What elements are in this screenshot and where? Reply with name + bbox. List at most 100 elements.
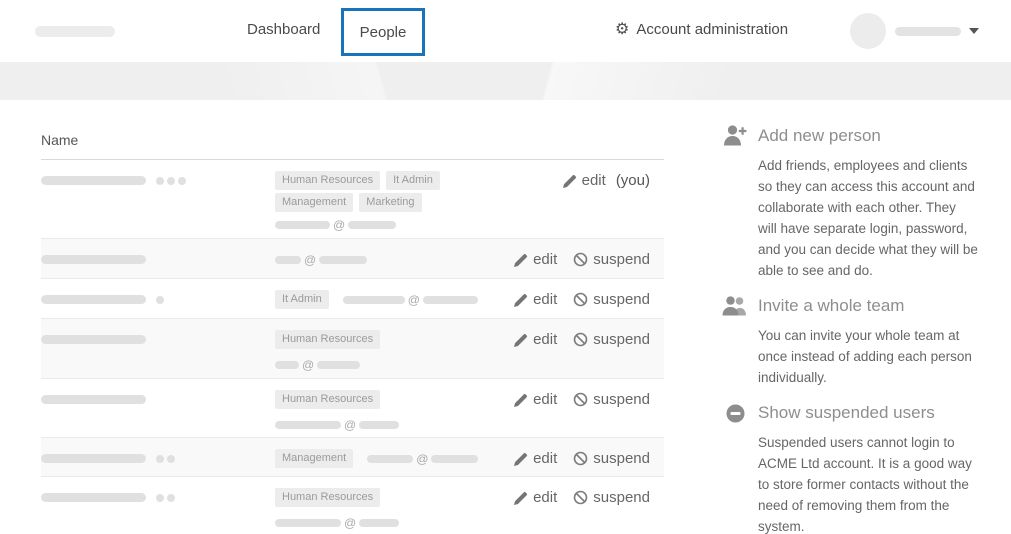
- edit-button[interactable]: edit: [514, 489, 557, 506]
- add-person-button[interactable]: Add new person: [722, 125, 984, 146]
- name-cell: [41, 449, 275, 468]
- tags-cell: @: [275, 250, 514, 272]
- edit-label: edit: [581, 172, 606, 189]
- suspend-label: suspend: [593, 450, 650, 467]
- show-suspended-button[interactable]: Show suspended users: [722, 403, 984, 423]
- tag-chip: It Admin: [275, 290, 329, 309]
- suspended-users-section: Show suspended users Suspended users can…: [722, 403, 984, 534]
- tags-cell: Human Resources @: [275, 390, 514, 434]
- at-symbol: @: [416, 451, 429, 466]
- nav-item-account-administration[interactable]: ⚙ Account administration: [615, 21, 788, 38]
- edit-button[interactable]: edit: [514, 291, 557, 308]
- email-user-bar: [342, 295, 405, 304]
- table-row: Human Resources @ edit suspend: [41, 318, 664, 378]
- people-table: Name Human Resources It Admin Management…: [41, 125, 664, 534]
- email-placeholder: @: [367, 449, 479, 468]
- name-cell: [41, 290, 275, 309]
- edit-label: edit: [533, 391, 558, 408]
- user-menu[interactable]: [850, 13, 979, 49]
- actions-cell: edit suspend: [514, 290, 664, 309]
- email-domain-bar: [422, 295, 478, 304]
- tags-cell: Human Resources @: [275, 330, 514, 374]
- ban-icon: [573, 252, 588, 267]
- pencil-icon: [514, 452, 528, 466]
- email-user-bar: [275, 360, 299, 369]
- suspend-button[interactable]: suspend: [573, 291, 650, 308]
- section-title: Add new person: [758, 125, 881, 145]
- avatar: [850, 13, 886, 49]
- email-domain-bar: [431, 454, 479, 463]
- tag-chip: Human Resources: [275, 390, 381, 409]
- suspend-button[interactable]: suspend: [573, 489, 650, 506]
- suspend-button[interactable]: suspend: [573, 391, 650, 408]
- email-user-bar: [275, 220, 330, 229]
- nav-item-people[interactable]: People: [341, 8, 425, 56]
- nav-people-label: People: [359, 23, 407, 41]
- people-icon: [722, 296, 748, 316]
- suspend-button[interactable]: suspend: [573, 251, 650, 268]
- ban-icon: [573, 392, 588, 407]
- name-dots: [156, 295, 164, 304]
- tags-cell: Management @: [275, 449, 514, 471]
- email-domain-bar: [317, 360, 361, 369]
- edit-button[interactable]: edit: [514, 391, 557, 408]
- name-placeholder-bar: [41, 176, 146, 185]
- minus-circle-icon: [722, 404, 748, 423]
- name-placeholder-bar: [41, 454, 146, 463]
- edit-label: edit: [533, 291, 558, 308]
- email-domain-bar: [348, 220, 397, 229]
- actions-cell: edit suspend: [514, 390, 664, 409]
- section-title: Show suspended users: [758, 403, 935, 422]
- email-placeholder: @: [342, 290, 478, 309]
- edit-label: edit: [533, 489, 558, 506]
- suspend-label: suspend: [593, 331, 650, 348]
- invite-team-button[interactable]: Invite a whole team: [722, 296, 984, 316]
- nav-item-dashboard[interactable]: Dashboard: [247, 21, 320, 38]
- table-row: Management @ edit suspend: [41, 437, 664, 476]
- edit-button[interactable]: edit: [514, 450, 557, 467]
- name-placeholder-bar: [41, 255, 146, 264]
- actions-cell: edit suspend: [514, 330, 664, 349]
- suspend-button[interactable]: suspend: [573, 331, 650, 348]
- email-user-bar: [275, 255, 301, 264]
- you-label: (you): [615, 172, 650, 189]
- table-row: Human Resources It Admin Management Mark…: [41, 160, 664, 238]
- ban-icon: [573, 332, 588, 347]
- edit-button[interactable]: edit: [514, 331, 557, 348]
- name-cell: [41, 390, 275, 409]
- email-placeholder: @: [275, 215, 397, 234]
- at-symbol: @: [407, 292, 420, 307]
- tags-cell: Human Resources @: [275, 488, 514, 532]
- at-symbol: @: [333, 217, 346, 232]
- person-plus-icon: [722, 125, 748, 146]
- suspend-label: suspend: [593, 391, 650, 408]
- logo-placeholder: [35, 26, 115, 37]
- actions-cell: edit suspend: [514, 488, 664, 507]
- edit-button[interactable]: edit: [562, 172, 606, 189]
- help-sidebar: Add new person Add friends, employees an…: [722, 125, 984, 534]
- name-cell: [41, 330, 275, 349]
- name-dots: [178, 176, 186, 185]
- name-cell: [41, 488, 275, 507]
- name-placeholder-bar: [41, 493, 146, 502]
- section-description: Add friends, employees and clients so th…: [758, 158, 978, 278]
- suspend-button[interactable]: suspend: [573, 450, 650, 467]
- tag-chip: Human Resources: [275, 330, 381, 349]
- edit-button[interactable]: edit: [514, 251, 557, 268]
- table-row: Human Resources @ edit suspend: [41, 378, 664, 437]
- suspend-label: suspend: [593, 489, 650, 506]
- pencil-icon: [514, 253, 528, 267]
- name-dots: [167, 493, 175, 502]
- edit-label: edit: [533, 450, 558, 467]
- tag-chip: Marketing: [359, 193, 422, 212]
- tag-chip: Management: [275, 193, 354, 212]
- name-dots: [167, 454, 175, 463]
- top-nav: Dashboard People ⚙ Account administratio…: [0, 0, 1011, 62]
- ban-icon: [573, 490, 588, 505]
- username-placeholder: [895, 26, 961, 36]
- table-row: @ edit suspend: [41, 238, 664, 278]
- section-title: Invite a whole team: [758, 296, 905, 315]
- tags-cell: It Admin @: [275, 290, 514, 312]
- account-admin-label: Account administration: [636, 21, 789, 38]
- table-row: It Admin @ edit suspend: [41, 278, 664, 318]
